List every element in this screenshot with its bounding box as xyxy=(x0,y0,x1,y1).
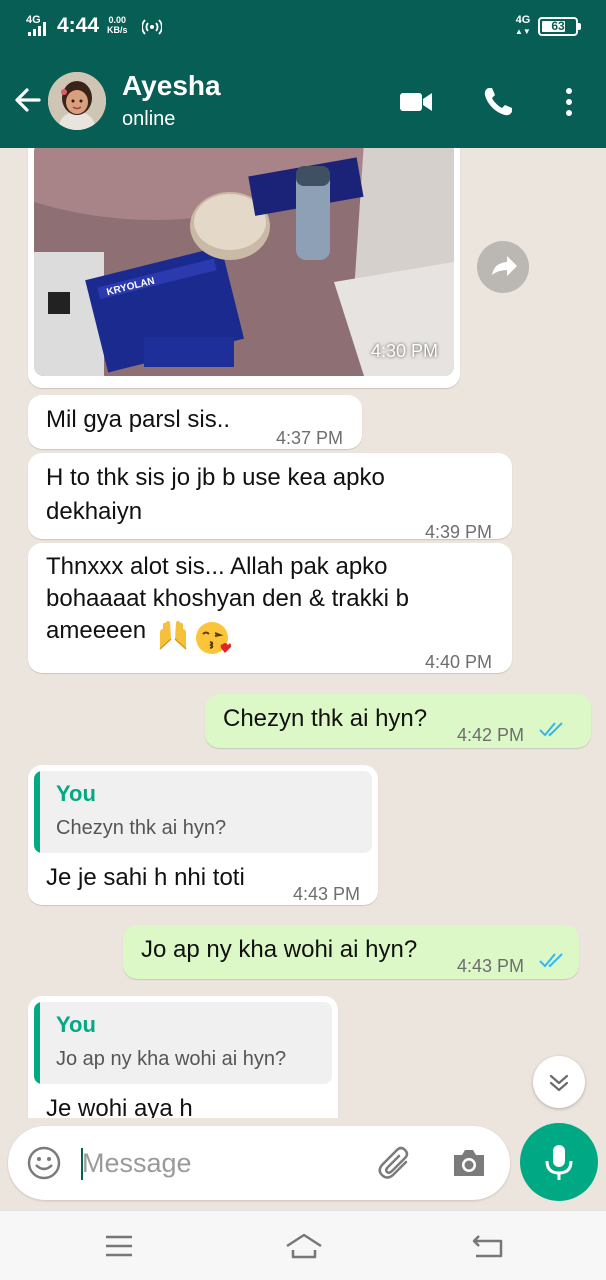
attach-icon[interactable] xyxy=(376,1144,414,1182)
forward-button[interactable] xyxy=(477,241,529,293)
message-time: 4:43 PM xyxy=(293,884,361,904)
quoted-message[interactable]: You Jo ap ny kha wohi ai hyn? xyxy=(34,1002,332,1084)
message-time: 4:43 PM xyxy=(253,1108,320,1118)
message-time: 4:40 PM xyxy=(425,652,493,672)
message-time: 4:30 PM xyxy=(370,341,438,361)
message-list[interactable]: KRYOLAN 4:30 PM Mil gya parsl sis.. 4:37… xyxy=(0,148,606,1118)
contact-avatar[interactable] xyxy=(48,72,106,130)
message-text: Je wohi aya h xyxy=(46,1095,193,1118)
menu-icon[interactable] xyxy=(101,1231,137,1261)
battery-level: 63 xyxy=(551,19,565,33)
more-options-icon[interactable] xyxy=(551,84,587,120)
message-text: H to thk sis jo jb b use kea apko dekhai… xyxy=(46,464,385,525)
quote-text: Chezyn thk ai hyn? xyxy=(56,817,227,839)
network-speed: 0.00 KB/s xyxy=(107,15,128,35)
scroll-to-bottom-button[interactable] xyxy=(533,1056,585,1108)
message-text: Chezyn thk ai hyn? xyxy=(223,705,428,732)
video-call-icon[interactable] xyxy=(398,84,434,120)
message-time: 4:42 PM xyxy=(457,725,525,745)
incoming-message[interactable]: H to thk sis jo jb b use kea apko dekhai… xyxy=(28,453,512,542)
incoming-message[interactable]: Mil gya parsl sis.. 4:37 PM xyxy=(28,395,362,449)
status-time: 4:44 xyxy=(57,14,100,37)
chat-header: 4G 4:44 0.00 KB/s 4G ▲▼ 63 Ayesha online xyxy=(0,0,606,148)
double-chevron-down-icon xyxy=(549,1074,569,1092)
reply-message[interactable]: You Chezyn thk ai hyn? Je je sahi h nhi … xyxy=(28,765,378,905)
message-time: 4:43 PM xyxy=(457,956,525,976)
camera-icon[interactable] xyxy=(450,1145,488,1181)
signal-icon xyxy=(28,22,50,36)
contact-status: online xyxy=(122,108,176,130)
emoji-icon[interactable] xyxy=(26,1145,62,1181)
speed-value: 0.00 xyxy=(108,15,127,25)
quote-author: You xyxy=(56,781,96,806)
speed-unit: KB/s xyxy=(107,25,128,35)
home-icon[interactable] xyxy=(284,1231,324,1261)
message-composer xyxy=(8,1126,510,1200)
quoted-message[interactable]: You Chezyn thk ai hyn? xyxy=(34,771,372,853)
message-photo[interactable]: KRYOLAN 4:30 PM xyxy=(34,148,454,376)
status-bar: 4G 4:44 0.00 KB/s 4G ▲▼ 63 xyxy=(0,0,606,52)
back-arrow-icon[interactable] xyxy=(12,84,44,116)
reply-message[interactable]: You Jo ap ny kha wohi ai hyn? Je wohi ay… xyxy=(28,996,338,1118)
raising-hands-emoji xyxy=(159,621,187,650)
image-message[interactable]: KRYOLAN 4:30 PM xyxy=(28,148,460,388)
voice-message-button[interactable] xyxy=(520,1123,598,1201)
incoming-message[interactable]: Thnxxx alot sis... Allah pak apko bohaaa… xyxy=(28,543,512,673)
phone-icon[interactable] xyxy=(480,84,516,120)
battery-icon: 63 xyxy=(538,17,581,36)
hotspot-icon xyxy=(142,19,162,35)
microphone-icon xyxy=(545,1145,573,1180)
forward-icon xyxy=(492,256,517,276)
read-receipt-icon xyxy=(539,953,563,968)
network-type-right: 4G ▲▼ xyxy=(515,14,531,37)
message-text: Mil gya parsl sis.. xyxy=(46,406,231,433)
message-text: Je je sahi h nhi toti xyxy=(46,864,245,891)
outgoing-message[interactable]: Jo ap ny kha wohi ai hyn? 4:43 PM xyxy=(123,925,579,979)
message-text: Jo ap ny kha wohi ai hyn? xyxy=(141,936,418,963)
outgoing-message[interactable]: Chezyn thk ai hyn? 4:42 PM xyxy=(205,694,591,748)
system-navigation-bar xyxy=(0,1210,606,1280)
message-time: 4:37 PM xyxy=(276,428,344,448)
back-nav-icon[interactable] xyxy=(470,1231,506,1261)
kissing-heart-emoji xyxy=(196,622,231,654)
contact-name[interactable]: Ayesha xyxy=(122,70,221,102)
message-input[interactable] xyxy=(82,1140,362,1186)
quote-text: Jo ap ny kha wohi ai hyn? xyxy=(56,1048,287,1070)
quote-author: You xyxy=(56,1012,96,1037)
read-receipt-icon xyxy=(539,722,563,737)
